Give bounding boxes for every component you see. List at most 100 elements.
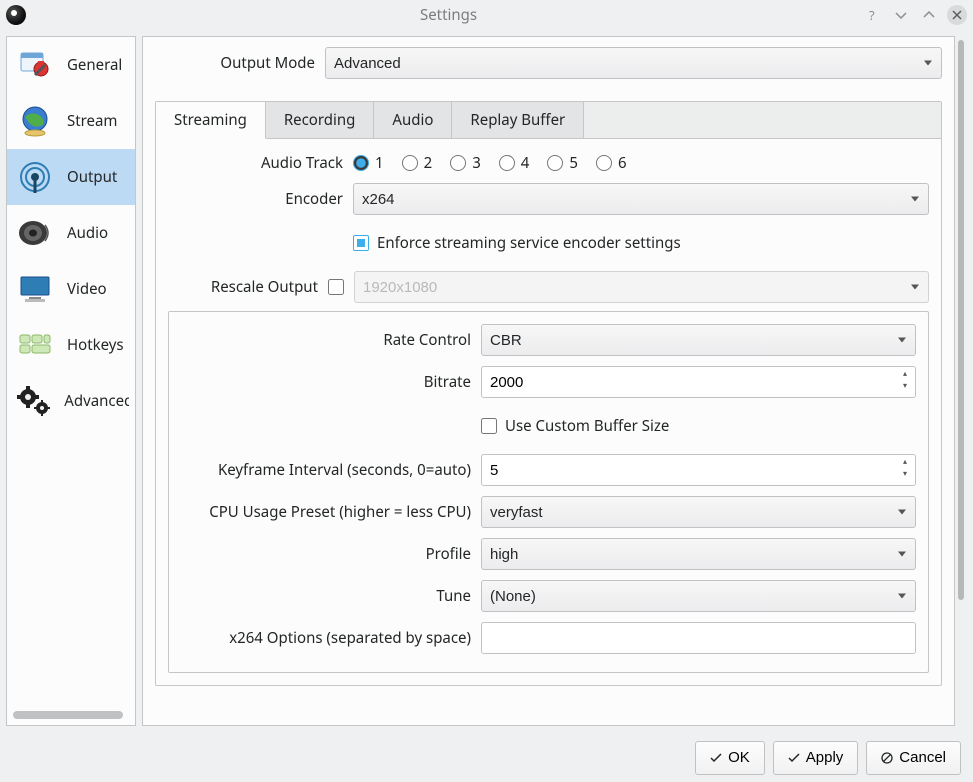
minimize-icon[interactable] xyxy=(891,5,911,25)
cpu-preset-select[interactable]: veryfast xyxy=(481,496,916,528)
broadcast-icon xyxy=(13,157,57,197)
ok-button[interactable]: OK xyxy=(695,741,765,775)
gears-icon xyxy=(13,381,54,421)
svg-text:?: ? xyxy=(869,8,875,22)
rate-control-row: Rate Control CBR xyxy=(181,324,916,356)
sidebar-item-output[interactable]: Output xyxy=(7,149,135,205)
tab-recording[interactable]: Recording xyxy=(266,102,375,138)
x264-opts-input[interactable] xyxy=(481,622,916,654)
audio-track-6[interactable]: 6 xyxy=(596,153,627,173)
cancel-icon xyxy=(881,752,893,764)
titlebar: Settings ? xyxy=(0,0,973,30)
rate-control-label: Rate Control xyxy=(181,330,481,350)
sidebar-item-audio[interactable]: Audio xyxy=(7,205,135,261)
sidebar-hscrollbar[interactable] xyxy=(13,711,123,719)
output-mode-label: Output Mode xyxy=(155,53,325,73)
audio-track-label: Audio Track xyxy=(168,153,353,173)
keyframe-label: Keyframe Interval (seconds, 0=auto) xyxy=(181,460,481,480)
help-icon[interactable]: ? xyxy=(863,5,883,25)
enforce-row: Enforce streaming service encoder settin… xyxy=(168,225,929,261)
app-icon xyxy=(6,5,26,25)
cpu-preset-label: CPU Usage Preset (higher = less CPU) xyxy=(181,502,481,522)
audio-track-3[interactable]: 3 xyxy=(450,153,481,173)
audio-track-4[interactable]: 4 xyxy=(499,153,530,173)
content-vscrollbar[interactable] xyxy=(955,36,967,726)
spin-down-icon[interactable]: ▾ xyxy=(898,381,912,391)
bitrate-input[interactable] xyxy=(481,366,916,398)
tabs-container: Streaming Recording Audio Replay Buffer … xyxy=(155,101,942,686)
tools-icon xyxy=(13,45,57,85)
bitrate-spinners[interactable]: ▴▾ xyxy=(898,369,912,391)
profile-row: Profile high xyxy=(181,538,916,570)
output-mode-row: Output Mode Advanced xyxy=(155,47,942,79)
tab-replay-buffer[interactable]: Replay Buffer xyxy=(452,102,584,138)
dialog-body: General Stream Output Audio xyxy=(0,30,973,732)
keyframe-row: Keyframe Interval (seconds, 0=auto) ▴▾ xyxy=(181,454,916,486)
monitor-icon xyxy=(13,269,57,309)
close-icon[interactable] xyxy=(947,5,967,25)
tune-label: Tune xyxy=(181,586,481,606)
x264-opts-label: x264 Options (separated by space) xyxy=(181,628,481,648)
bitrate-row: Bitrate ▴▾ xyxy=(181,366,916,398)
tune-select[interactable]: (None) xyxy=(481,580,916,612)
tab-streaming[interactable]: Streaming xyxy=(156,102,266,139)
spin-up-icon[interactable]: ▴ xyxy=(898,369,912,379)
profile-select[interactable]: high xyxy=(481,538,916,570)
sidebar-item-advanced[interactable]: Advanced xyxy=(7,373,135,429)
dialog-footer: OK Apply Cancel xyxy=(0,732,973,782)
ok-label: OK xyxy=(728,749,750,766)
globe-icon xyxy=(13,101,57,141)
custom-buffer-check[interactable]: Use Custom Buffer Size xyxy=(481,416,916,436)
enforce-label: Enforce streaming service encoder settin… xyxy=(377,233,681,253)
rescale-select: 1920x1080 xyxy=(354,271,929,303)
streaming-tab-body: Audio Track 1 2 3 4 5 6 Encoder x264 xyxy=(156,139,941,685)
content-wrap: Output Mode Advanced Streaming Recording… xyxy=(142,36,967,726)
output-mode-select[interactable]: Advanced xyxy=(325,47,942,79)
tab-strip: Streaming Recording Audio Replay Buffer xyxy=(156,102,941,139)
checkbox-checked-icon[interactable] xyxy=(353,235,369,251)
audio-track-row: Audio Track 1 2 3 4 5 6 xyxy=(168,153,929,173)
rate-control-select[interactable]: CBR xyxy=(481,324,916,356)
sidebar-item-label: General xyxy=(67,55,122,75)
maximize-icon[interactable] xyxy=(919,5,939,25)
encoder-select[interactable]: x264 xyxy=(353,183,929,215)
sidebar-item-stream[interactable]: Stream xyxy=(7,93,135,149)
sidebar-item-video[interactable]: Video xyxy=(7,261,135,317)
encoder-label: Encoder xyxy=(168,189,353,209)
sidebar-item-general[interactable]: General xyxy=(7,37,135,93)
custom-buffer-checkbox[interactable] xyxy=(481,418,497,434)
rescale-row: Rescale Output 1920x1080 xyxy=(168,271,929,303)
audio-track-1[interactable]: 1 xyxy=(353,153,384,173)
check-icon xyxy=(788,752,800,764)
cancel-label: Cancel xyxy=(899,749,946,766)
audio-track-5[interactable]: 5 xyxy=(547,153,578,173)
apply-button[interactable]: Apply xyxy=(773,741,859,775)
sidebar-item-label: Advanced xyxy=(64,391,129,411)
keyboard-icon xyxy=(13,325,57,365)
audio-track-group: 1 2 3 4 5 6 xyxy=(353,153,929,173)
sidebar-item-hotkeys[interactable]: Hotkeys xyxy=(7,317,135,373)
radio-label: 1 xyxy=(375,153,384,173)
audio-track-2[interactable]: 2 xyxy=(402,153,433,173)
rescale-checkbox[interactable] xyxy=(328,279,344,295)
encoder-row: Encoder x264 xyxy=(168,183,929,215)
radio-label: 5 xyxy=(569,153,578,173)
sidebar-item-label: Video xyxy=(67,279,107,299)
custom-buffer-label: Use Custom Buffer Size xyxy=(505,416,669,436)
radio-label: 6 xyxy=(618,153,627,173)
spin-up-icon[interactable]: ▴ xyxy=(898,457,912,467)
enforce-check-row[interactable]: Enforce streaming service encoder settin… xyxy=(353,233,929,253)
sidebar-item-label: Hotkeys xyxy=(67,335,124,355)
keyframe-spinners[interactable]: ▴▾ xyxy=(898,457,912,479)
sidebar: General Stream Output Audio xyxy=(6,36,136,726)
custom-buffer-row: Use Custom Buffer Size xyxy=(181,408,916,444)
cpu-preset-row: CPU Usage Preset (higher = less CPU) ver… xyxy=(181,496,916,528)
cancel-button[interactable]: Cancel xyxy=(866,741,961,775)
spin-down-icon[interactable]: ▾ xyxy=(898,469,912,479)
profile-label: Profile xyxy=(181,544,481,564)
keyframe-input[interactable] xyxy=(481,454,916,486)
rescale-label: Rescale Output xyxy=(168,277,328,297)
sidebar-item-label: Output xyxy=(67,167,117,187)
tab-audio[interactable]: Audio xyxy=(374,102,452,138)
apply-label: Apply xyxy=(806,749,844,766)
